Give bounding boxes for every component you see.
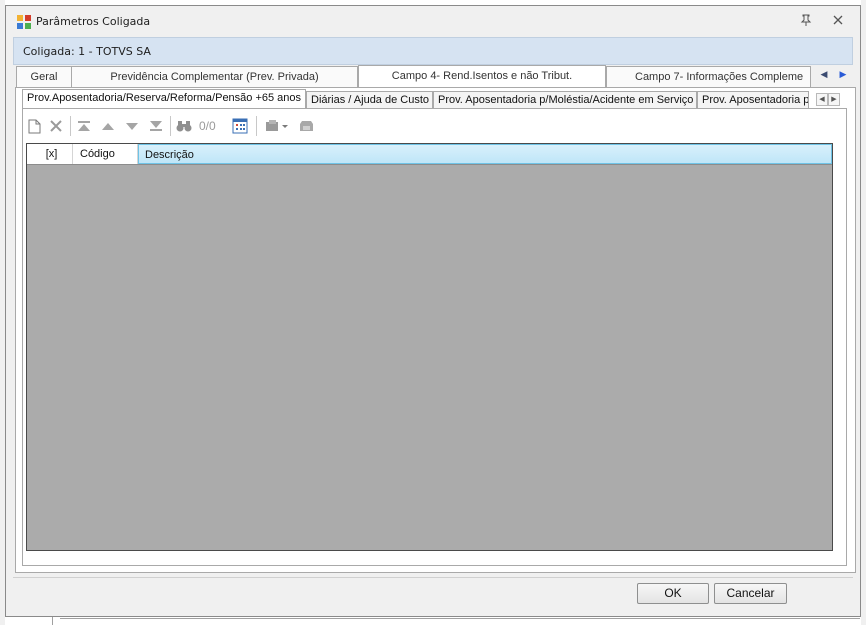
- column-header-descricao[interactable]: Descrição: [138, 144, 832, 164]
- data-grid: [x] Código Descrição: [26, 143, 833, 551]
- record-pager: 0/0: [199, 119, 216, 133]
- coligada-label: Coligada: 1 - TOTVS SA: [23, 45, 151, 58]
- tab-campo7-informacoes[interactable]: Campo 7- Informações Compleme: [606, 66, 811, 87]
- outer-tab-strip: Geral Previdência Complementar (Prev. Pr…: [16, 65, 856, 88]
- background-app-right: [861, 0, 866, 625]
- toolbar-separator: [170, 116, 171, 136]
- grid-body[interactable]: [27, 165, 832, 550]
- next-record-icon[interactable]: [124, 118, 140, 134]
- close-icon[interactable]: [830, 14, 846, 28]
- toolbar-separator: [256, 116, 257, 136]
- outer-tab-panel: Prov.Aposentadoria/Reserva/Reforma/Pensã…: [15, 87, 856, 573]
- coligada-info-bar: Coligada: 1 - TOTVS SA: [13, 37, 853, 65]
- grid-view-icon[interactable]: [232, 118, 248, 134]
- last-record-icon[interactable]: [148, 118, 164, 134]
- background-divider-bottom: [60, 618, 860, 619]
- inner-tab-panel: 0/0 [x] Código Descrição: [22, 108, 847, 566]
- grid-toolbar: 0/0: [26, 114, 841, 138]
- column-header-codigo[interactable]: Código: [73, 144, 138, 164]
- tab-prov-aposentadoria-65[interactable]: Prov.Aposentadoria/Reserva/Reforma/Pensã…: [22, 89, 306, 110]
- delete-icon[interactable]: [48, 118, 64, 134]
- previous-record-icon[interactable]: [100, 118, 116, 134]
- tab-campo4-rend-isentos[interactable]: Campo 4- Rend.Isentos e não Tribut.: [358, 65, 606, 88]
- first-record-icon[interactable]: [76, 118, 92, 134]
- print-icon[interactable]: [298, 118, 314, 134]
- tab-previdencia-complementar[interactable]: Previdência Complementar (Prev. Privada): [71, 66, 358, 87]
- new-record-icon[interactable]: [26, 118, 42, 134]
- toolbar-separator: [70, 116, 71, 136]
- window-title: Parâmetros Coligada: [36, 15, 151, 28]
- inner-tab-scroll-left-icon[interactable]: ◀: [816, 93, 828, 106]
- cancel-button[interactable]: Cancelar: [714, 583, 787, 604]
- parametros-coligada-dialog: Parâmetros Coligada Coligada: 1 - TOTVS …: [5, 5, 861, 617]
- title-bar: Parâmetros Coligada: [6, 6, 860, 36]
- inner-tab-strip: Prov.Aposentadoria/Reserva/Reforma/Pensã…: [22, 89, 847, 110]
- app-icon: [17, 15, 31, 29]
- ok-button[interactable]: OK: [637, 583, 709, 604]
- tab-geral[interactable]: Geral: [16, 66, 72, 87]
- tab-scroll-right-icon[interactable]: ▶: [837, 68, 849, 82]
- grid-header-row: [x] Código Descrição: [27, 144, 832, 165]
- footer-separator: [13, 577, 853, 578]
- column-header-select[interactable]: [x]: [27, 144, 73, 164]
- pin-icon[interactable]: [798, 14, 814, 28]
- process-dropdown-icon[interactable]: [264, 118, 290, 134]
- find-binoculars-icon[interactable]: [176, 118, 192, 134]
- tab-scroll-left-icon[interactable]: ◀: [818, 68, 830, 82]
- inner-tab-scroll-right-icon[interactable]: ▶: [828, 93, 840, 106]
